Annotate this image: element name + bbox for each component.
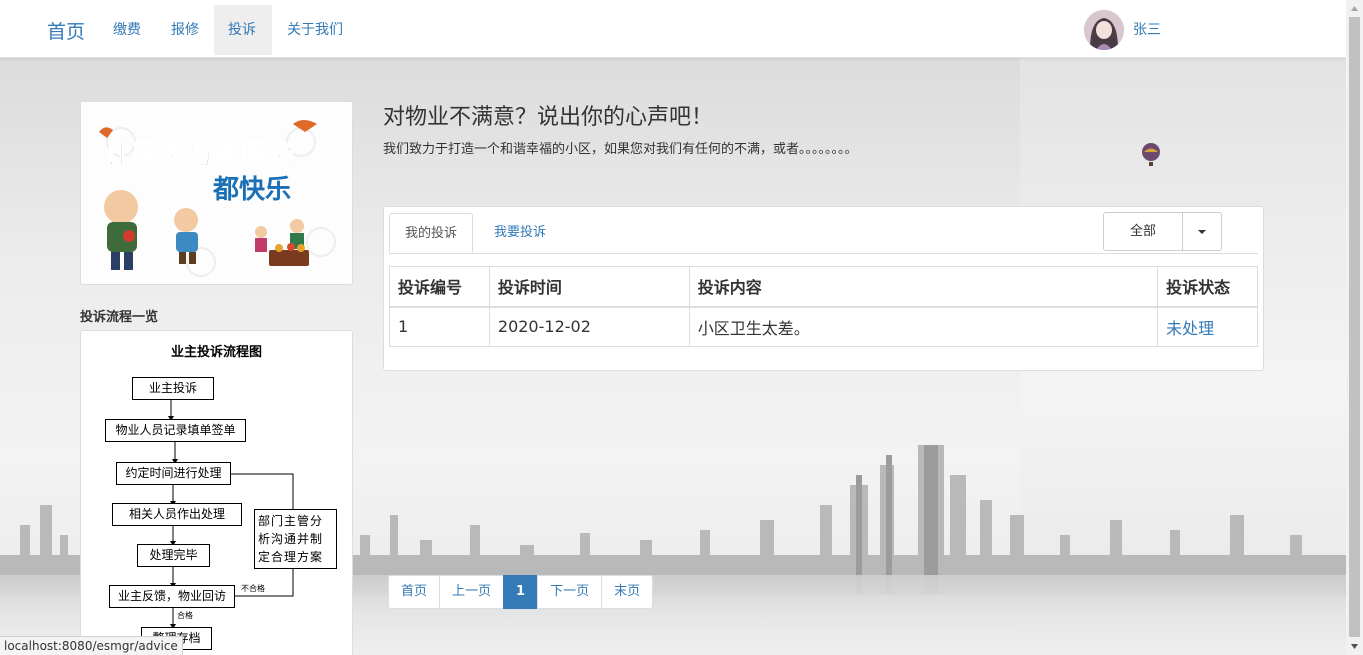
page-current-button[interactable]: 1: [503, 575, 539, 609]
flow-node-record: 物业人员记录填单签单: [105, 419, 246, 442]
flow-node-schedule: 约定时间进行处理: [116, 462, 231, 485]
flow-label-pass: 合格: [177, 611, 193, 620]
user-avatar-icon: [1084, 10, 1124, 50]
service-banner: 让服务与被服务 都快乐: [80, 101, 353, 285]
hot-air-balloon-icon: [1142, 143, 1160, 166]
cell-status: 未处理: [1157, 306, 1258, 347]
complaints-table: 投诉编号 投诉时间 投诉内容 投诉状态 1 2020-12-02 小区卫生太差。…: [389, 266, 1258, 347]
nav-item-repair[interactable]: 报修: [157, 5, 213, 55]
top-navbar: 首页 缴费 报修 投诉 关于我们 张三: [0, 0, 1346, 58]
flow-node-feedback: 业主反馈，物业回访: [109, 585, 235, 608]
page-title: 对物业不满意？说出你的心声吧！: [383, 105, 714, 130]
flow-section-title: 投诉流程一览: [80, 310, 159, 325]
flow-label-fail: 不合格: [241, 584, 265, 593]
page-last-button[interactable]: 末页: [601, 575, 654, 609]
flow-node-manager-plan: 部门主管分析沟通并制定合理方案: [254, 509, 337, 569]
column-header-time: 投诉时间: [488, 266, 690, 308]
tabs-divider: [389, 253, 1258, 254]
table-row: 1 2020-12-02 小区卫生太差。 未处理: [389, 306, 1258, 347]
page-subtitle: 我们致力于打造一个和谐幸福的小区，如果您对我们有任何的不满，或者。。。。。。。。: [383, 142, 858, 157]
scroll-thumb[interactable]: [1349, 17, 1360, 637]
banner-title-line2: 都快乐: [212, 175, 291, 205]
complaints-panel: 我的投诉 我要投诉 全部 投诉编号 投诉时间 投诉内容 投诉状态 1 2020-…: [383, 206, 1264, 371]
column-header-content: 投诉内容: [688, 266, 1159, 308]
flow-node-owner-complaint: 业主投诉: [132, 377, 214, 400]
browser-status-url: localhost:8080/esmgr/advice: [0, 636, 183, 655]
flow-node-handle: 相关人员作出处理: [112, 503, 242, 526]
page-scrollbar[interactable]: [1346, 0, 1363, 655]
nav-item-payment[interactable]: 缴费: [99, 5, 155, 55]
column-header-id: 投诉编号: [389, 266, 490, 308]
nav-item-about[interactable]: 关于我们: [273, 5, 357, 55]
cell-id: 1: [389, 306, 490, 347]
banner-title-line1: 让服务与被服务: [105, 140, 294, 171]
caret-down-icon: [1198, 230, 1206, 234]
banner-illustration: 让服务与被服务 都快乐: [81, 102, 352, 284]
complaint-flowchart: 业主投诉流程图 业主投诉 物业人员记录填单签单 约定时间进行处理 相关人员作出处…: [80, 330, 353, 655]
scroll-down-arrow-icon[interactable]: [1346, 638, 1363, 655]
cell-content: 小区卫生太差。: [688, 306, 1159, 347]
pagination: 首页 上一页 1 下一页 末页: [388, 575, 654, 609]
page-next-button[interactable]: 下一页: [537, 575, 603, 609]
table-header-row: 投诉编号 投诉时间 投诉内容 投诉状态: [389, 266, 1258, 308]
status-link[interactable]: 未处理: [1166, 319, 1214, 338]
page-prev-button[interactable]: 上一页: [439, 575, 505, 609]
flow-node-done: 处理完毕: [137, 544, 210, 567]
scroll-up-arrow-icon[interactable]: [1346, 0, 1363, 17]
column-header-status: 投诉状态: [1157, 266, 1258, 308]
nav-item-complaint[interactable]: 投诉: [214, 5, 272, 55]
avatar[interactable]: [1084, 10, 1124, 50]
status-filter-button[interactable]: 全部: [1103, 212, 1183, 251]
cell-time: 2020-12-02: [488, 306, 690, 347]
tab-submit-complaint[interactable]: 我要投诉: [479, 213, 561, 253]
user-name-link[interactable]: 张三: [1133, 19, 1161, 39]
nav-brand-home[interactable]: 首页: [47, 17, 85, 44]
page-first-button[interactable]: 首页: [388, 575, 441, 609]
status-filter-toggle[interactable]: [1182, 212, 1222, 251]
tab-my-complaints[interactable]: 我的投诉: [389, 213, 474, 253]
